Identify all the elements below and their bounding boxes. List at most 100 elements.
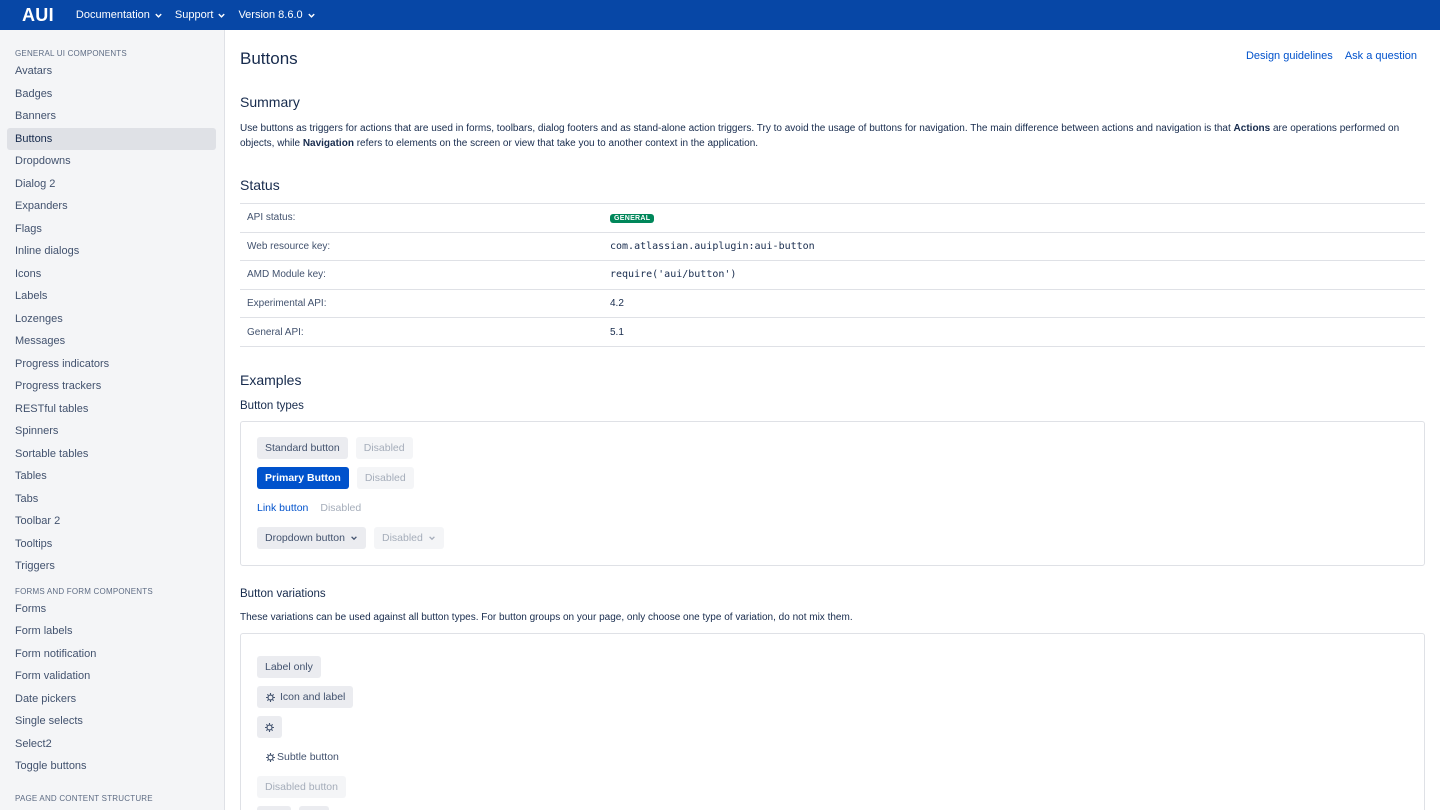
dropdown-label: Dropdown button (265, 532, 345, 544)
table-row: General API: 5.1 (240, 317, 1425, 347)
sidebar-item-restful-tables[interactable]: RESTful tables (7, 398, 216, 421)
ask-question-link[interactable]: Ask a question (1345, 50, 1417, 62)
sidebar-item-buttons[interactable]: Buttons (7, 127, 216, 150)
link-button[interactable]: Link button (257, 497, 308, 519)
chevron-down-icon (428, 536, 435, 541)
sidebar-item-dialog-2[interactable]: Dialog 2 (7, 173, 216, 196)
sidebar-item-expanders[interactable]: Expanders (7, 195, 216, 218)
variation-row: Subtle button (257, 746, 355, 768)
aui-logo[interactable]: AUI (22, 5, 54, 26)
examples-heading: Examples (240, 372, 302, 388)
chevron-down-icon (155, 13, 162, 18)
status-value: 5.1 (605, 317, 1425, 347)
sidebar-item-form-notification[interactable]: Form notification (7, 643, 216, 666)
icon-and-label-button[interactable]: Icon and label (257, 686, 354, 708)
nav-version[interactable]: Version 8.6.0 (238, 9, 315, 21)
sidebar-item-select2[interactable]: Select2 (7, 733, 216, 756)
status-label: Web resource key: (240, 231, 605, 261)
dropdown-button[interactable]: Dropdown button (257, 527, 366, 549)
nav-support[interactable]: Support (175, 9, 227, 21)
gear-icon (266, 752, 275, 762)
status-value: 4.2 (605, 288, 1425, 318)
status-label: AMD Module key: (240, 260, 605, 290)
table-row: API status: GENERAL (240, 203, 1425, 233)
gear-icon (266, 692, 275, 702)
nav-label: Version 8.6.0 (238, 9, 303, 21)
sidebar-item-icons[interactable]: Icons (7, 263, 216, 286)
status-heading: Status (240, 177, 280, 193)
sidebar-item-single-selects[interactable]: Single selects (7, 710, 216, 733)
sidebar-item-progress-indicators[interactable]: Progress indicators (7, 353, 216, 376)
sidebar-heading: PAGE AND CONTENT STRUCTURE (15, 793, 153, 803)
sidebar-item-dropdowns[interactable]: Dropdowns (7, 150, 216, 173)
standard-button[interactable]: Standard button (257, 437, 348, 459)
link-disabled-button: Disabled (320, 502, 362, 514)
dropdown-row: Dropdown button Disabled (257, 527, 452, 549)
variations-description: These variations can be used against all… (240, 612, 853, 623)
variation-row (257, 716, 290, 738)
table-row: Experimental API: 4.2 (240, 288, 1425, 318)
standard-disabled-button: Disabled (355, 437, 413, 459)
sidebar-item-labels[interactable]: Labels (7, 285, 216, 308)
link-row: Link button Disabled (257, 497, 369, 519)
status-value: GENERAL (605, 203, 1425, 233)
button-types-example: Standard button Disabled Primary Button … (240, 421, 1425, 566)
sidebar-item-spinners[interactable]: Spinners (7, 420, 216, 443)
button-label: Icon and label (280, 691, 346, 703)
sidebar-item-toggle-buttons[interactable]: Toggle buttons (7, 755, 216, 778)
sidebar-item-sortable-tables[interactable]: Sortable tables (7, 443, 216, 466)
sidebar-item-toolbar-2[interactable]: Toolbar 2 (7, 510, 216, 533)
variation-row: Disabled button (257, 776, 354, 798)
standard-row: Standard button Disabled (257, 437, 421, 459)
button-variations-example: Label only Icon and label Subtle button … (240, 633, 1425, 810)
sidebar-item-inline-dialogs[interactable]: Inline dialogs (7, 240, 216, 263)
grouped-button[interactable] (299, 806, 329, 810)
subtle-button[interactable]: Subtle button (257, 746, 347, 768)
sidebar-item-badges[interactable]: Badges (7, 83, 216, 106)
nav-documentation[interactable]: Documentation (76, 9, 163, 21)
button-label: Subtle button (277, 751, 339, 763)
sidebar-item-form-validation[interactable]: Form validation (7, 665, 216, 688)
variation-row: Icon and label (257, 686, 361, 708)
status-badge: GENERAL (610, 214, 655, 224)
label-only-button[interactable]: Label only (257, 656, 321, 678)
summary-text: Use buttons as triggers for actions that… (240, 123, 1400, 149)
page-title: Buttons (240, 49, 298, 68)
sidebar-item-tabs[interactable]: Tabs (7, 488, 216, 511)
table-row: Web resource key: com.atlassian.auiplugi… (240, 231, 1425, 261)
sidebar-item-tooltips[interactable]: Tooltips (7, 533, 216, 556)
chevron-down-icon (218, 13, 226, 18)
sidebar-item-form-labels[interactable]: Form labels (7, 620, 216, 643)
chevron-down-icon (351, 536, 357, 541)
sidebar-item-messages[interactable]: Messages (7, 330, 216, 353)
primary-row: Primary Button Disabled (257, 467, 422, 489)
gear-icon (265, 722, 274, 732)
sidebar-item-progress-trackers[interactable]: Progress trackers (7, 375, 216, 398)
sidebar-item-flags[interactable]: Flags (7, 218, 216, 241)
nav-label: Support (174, 9, 214, 21)
status-label: API status: (240, 203, 605, 233)
sidebar-item-banners[interactable]: Banners (7, 105, 216, 128)
grouped-button[interactable] (257, 806, 291, 810)
status-table: API status: GENERAL Web resource key: co… (240, 203, 1425, 347)
status-label: Experimental API: (240, 288, 605, 318)
sidebar-item-triggers[interactable]: Triggers (7, 555, 216, 578)
variation-row: Label only (257, 656, 329, 678)
variation-row (257, 806, 337, 810)
design-guidelines-link[interactable]: Design guidelines (1246, 50, 1333, 62)
icon-only-button[interactable] (257, 716, 282, 738)
table-row: AMD Module key: require('aui/button') (240, 260, 1425, 290)
primary-disabled-button: Disabled (356, 467, 414, 489)
dropdown-disabled-button: Disabled (373, 527, 444, 549)
sidebar-item-forms[interactable]: Forms (7, 598, 216, 621)
sidebar-item-tables[interactable]: Tables (7, 465, 216, 488)
chevron-down-icon (307, 13, 315, 18)
primary-button[interactable]: Primary Button (257, 467, 349, 489)
status-value: require('aui/button') (605, 260, 1425, 290)
sidebar-item-date-pickers[interactable]: Date pickers (7, 688, 216, 711)
summary-heading: Summary (240, 94, 300, 110)
status-label: General API: (240, 317, 605, 347)
top-navigation-bar: AUI Documentation Support Version 8.6.0 (0, 0, 1440, 30)
sidebar-item-lozenges[interactable]: Lozenges (7, 308, 216, 331)
sidebar-item-avatars[interactable]: Avatars (7, 60, 216, 83)
